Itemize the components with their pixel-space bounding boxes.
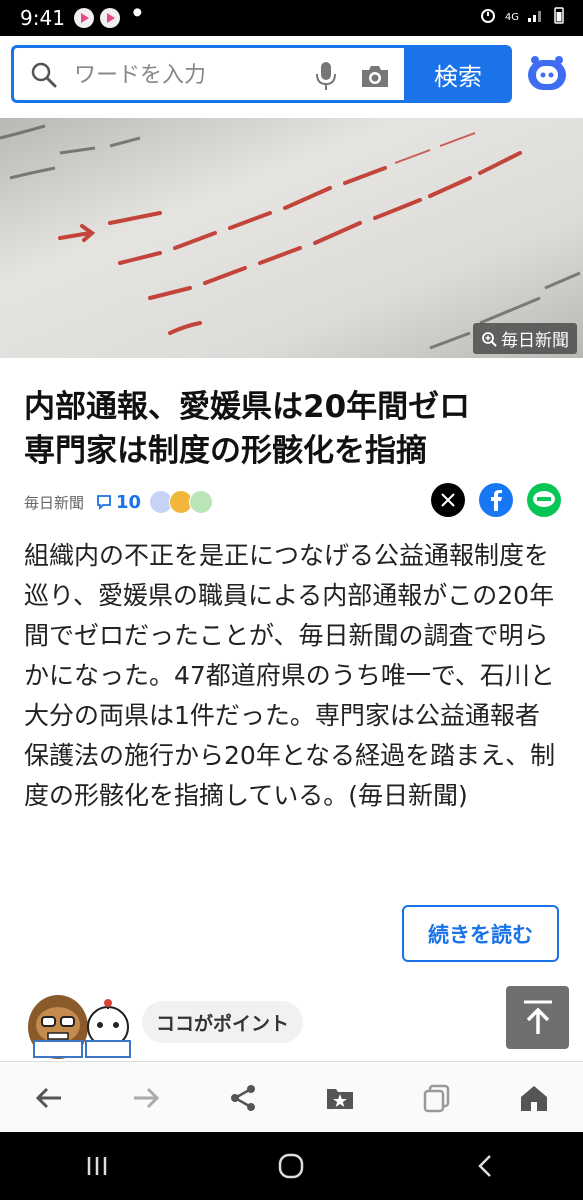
- chevron-left-icon: [478, 1155, 491, 1177]
- assistant-icon[interactable]: [524, 52, 570, 98]
- headline-line-1: 内部通報、愛媛県は20年間ゼロ: [24, 389, 471, 425]
- share-icon: [230, 1084, 255, 1111]
- recent-apps-button[interactable]: [67, 1141, 127, 1191]
- system-home-button[interactable]: [261, 1141, 321, 1191]
- headline-line-2: 専門家は制度の形骸化を指摘: [24, 433, 427, 469]
- arrow-left-icon: [35, 1087, 61, 1108]
- back-button[interactable]: [24, 1073, 74, 1123]
- comment-count[interactable]: 10: [96, 492, 141, 513]
- arrow-up-icon: [523, 1000, 552, 1034]
- article-summary: 組織内の不正を是正につなげる公益通報制度を巡り、愛媛県の職員による内部通報がこの…: [24, 541, 556, 810]
- system-back-button[interactable]: [456, 1141, 516, 1191]
- facebook-share-icon[interactable]: [479, 483, 513, 517]
- home-button[interactable]: [509, 1073, 559, 1123]
- status-time: 9:41: [20, 6, 65, 30]
- bookmark-folder-button[interactable]: [315, 1073, 365, 1123]
- system-navigation-bar: [0, 1132, 583, 1200]
- article-headline: 内部通報、愛媛県は20年間ゼロ 専門家は制度の形骸化を指摘: [24, 385, 554, 473]
- share-button[interactable]: [218, 1073, 268, 1123]
- network-type: 4G: [504, 11, 519, 23]
- star-folder-icon: [327, 1088, 354, 1109]
- tabs-icon: [423, 1084, 450, 1112]
- search-box[interactable]: [11, 45, 404, 103]
- comment-count-value: 10: [116, 491, 142, 513]
- photo-credit-text: 毎日新聞: [501, 331, 569, 351]
- tabs-button[interactable]: [412, 1073, 462, 1123]
- play-app-icon: [100, 8, 120, 28]
- arrow-right-icon: [133, 1087, 159, 1108]
- article-source[interactable]: 毎日新聞: [24, 492, 84, 513]
- camera-icon[interactable]: [359, 62, 391, 90]
- home-icon: [521, 1085, 548, 1111]
- point-section: ココがポイント: [20, 985, 500, 1060]
- circle-home-icon: [279, 1153, 304, 1179]
- share-buttons: [431, 483, 561, 517]
- hero-image[interactable]: 毎日新聞: [0, 118, 583, 358]
- search-header: 検索: [0, 36, 583, 118]
- x-share-icon[interactable]: [431, 483, 465, 517]
- search-icon: [31, 62, 57, 88]
- battery-icon: [553, 6, 565, 28]
- search-input[interactable]: [72, 56, 296, 94]
- play-app-icon: [74, 8, 94, 28]
- status-bar: 9:41 4G: [0, 0, 583, 36]
- reaction-faces[interactable]: [149, 490, 214, 514]
- search-button[interactable]: 検索: [404, 45, 512, 103]
- microphone-icon[interactable]: [314, 60, 338, 92]
- zoom-icon: [482, 331, 497, 347]
- photo-credit[interactable]: 毎日新聞: [473, 323, 577, 354]
- reaction-face-icon: [189, 490, 214, 514]
- wrench-icon: [128, 7, 148, 31]
- read-more-button[interactable]: 続きを読む: [402, 905, 559, 962]
- recent-apps-icon: [87, 1157, 107, 1175]
- alarm-icon: [479, 6, 497, 28]
- signal-icon: [527, 7, 545, 27]
- document-photo: [0, 118, 583, 358]
- scroll-to-top-button[interactable]: [506, 986, 569, 1049]
- line-share-icon[interactable]: [527, 483, 561, 517]
- comment-icon: [97, 495, 111, 510]
- point-label[interactable]: ココがポイント: [142, 1001, 304, 1043]
- browser-toolbar: [0, 1061, 583, 1133]
- forward-button[interactable]: [121, 1073, 171, 1123]
- mascot-characters: [28, 995, 131, 1059]
